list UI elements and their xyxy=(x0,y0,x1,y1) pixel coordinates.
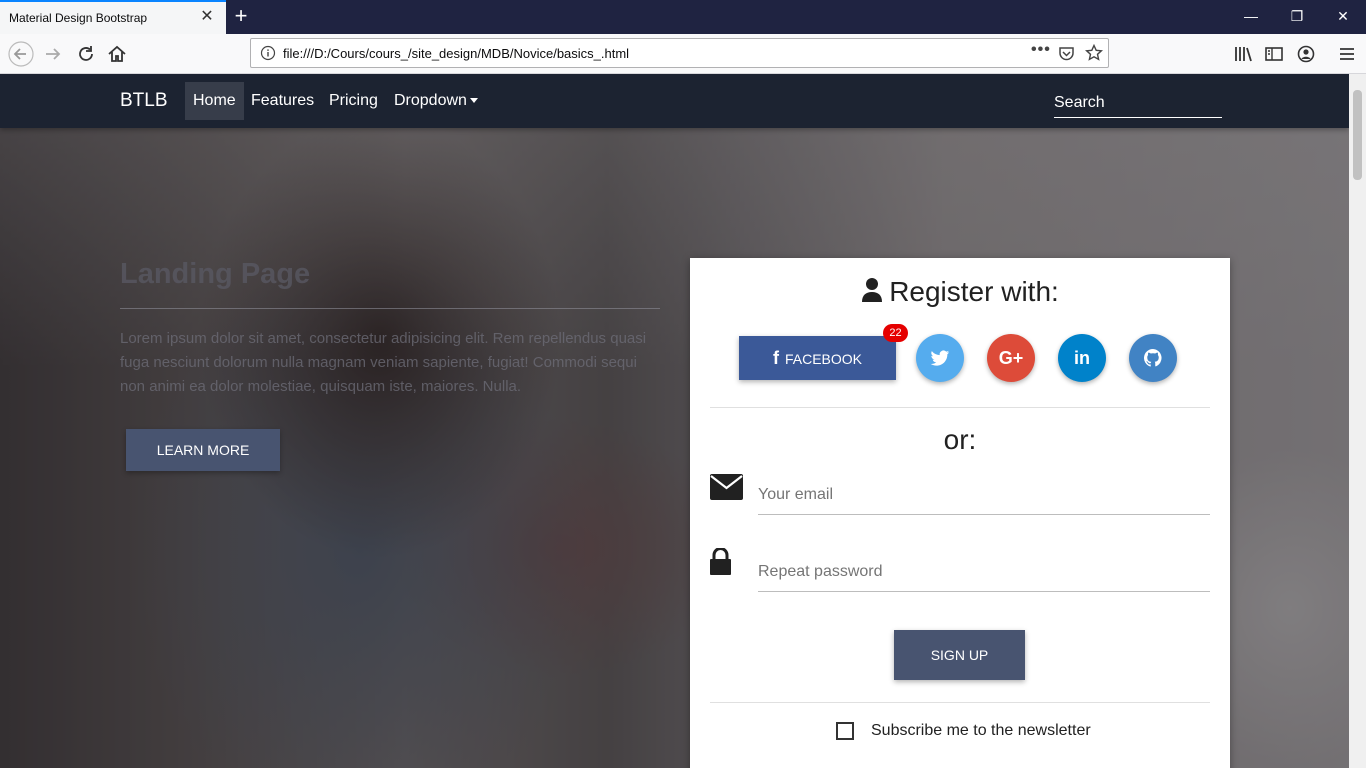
email-field[interactable] xyxy=(758,475,1210,515)
facebook-icon: f xyxy=(772,348,779,368)
twitter-icon xyxy=(930,350,950,366)
close-window-icon[interactable]: ✕ xyxy=(1332,6,1354,26)
twitter-button[interactable] xyxy=(916,334,964,382)
google-plus-button[interactable]: G+ xyxy=(987,334,1035,382)
new-tab-icon[interactable]: + xyxy=(231,5,251,27)
bookmark-star-icon[interactable] xyxy=(1085,44,1103,62)
page-viewport: Landing Page Lorem ipsum dolor sit amet,… xyxy=(0,74,1349,768)
hero-background: Landing Page Lorem ipsum dolor sit amet,… xyxy=(0,128,1349,768)
caret-down-icon xyxy=(469,98,478,104)
page-actions-icon[interactable]: ••• xyxy=(1031,41,1051,59)
nav-item-home[interactable]: Home xyxy=(185,82,244,120)
reload-icon[interactable] xyxy=(75,43,97,65)
repeat-password-field[interactable] xyxy=(758,552,1210,592)
facebook-button[interactable]: f FACEBOOK xyxy=(739,336,896,380)
github-icon xyxy=(1143,349,1162,367)
landing-text: Lorem ipsum dolor sit amet, consectetur … xyxy=(120,330,647,395)
card-divider-top xyxy=(710,407,1210,408)
lock-icon xyxy=(710,548,731,575)
register-title: Register with: xyxy=(690,276,1230,308)
register-card: Register with: f FACEBOOK 22 G+ in or: Y… xyxy=(690,258,1230,768)
newsletter-checkbox[interactable] xyxy=(836,722,854,740)
forward-icon[interactable] xyxy=(42,43,64,65)
dropdown-label: Dropdown xyxy=(394,92,467,109)
library-icon[interactable] xyxy=(1232,43,1254,65)
envelope-icon xyxy=(710,474,743,500)
url-bar[interactable]: file:///D:/Cours/cours_/site_design/MDB/… xyxy=(250,38,1109,68)
notification-badge: 22 xyxy=(883,324,908,342)
nav-item-features[interactable]: Features xyxy=(243,82,322,120)
browser-tab-bar: Material Design Bootstrap ✕ + — ❐ ✕ xyxy=(0,0,1366,34)
google-plus-icon: G+ xyxy=(998,348,1024,368)
search-input[interactable] xyxy=(1054,88,1222,118)
facebook-label: FACEBOOK xyxy=(784,351,863,367)
linkedin-button[interactable]: in xyxy=(1058,334,1106,382)
site-navbar: BTLB Home Features Pricing Dropdown xyxy=(0,74,1349,128)
browser-tab[interactable]: Material Design Bootstrap ✕ xyxy=(0,0,226,34)
restore-icon[interactable]: ❐ xyxy=(1286,6,1308,26)
or-text: or: xyxy=(943,424,977,455)
nav-item-pricing[interactable]: Pricing xyxy=(321,82,386,120)
github-button[interactable] xyxy=(1129,334,1177,382)
minimize-icon[interactable]: — xyxy=(1240,6,1262,26)
nav-item-dropdown[interactable]: Dropdown xyxy=(386,82,486,120)
linkedin-icon: in xyxy=(1074,348,1090,368)
tab-title: Material Design Bootstrap xyxy=(9,11,148,25)
scrollbar-thumb[interactable] xyxy=(1353,90,1362,180)
back-icon[interactable] xyxy=(8,41,34,67)
info-icon[interactable] xyxy=(260,45,276,61)
newsletter-label[interactable]: Subscribe me to the newsletter xyxy=(871,722,1091,740)
sidebar-icon[interactable] xyxy=(1263,43,1285,65)
pocket-icon[interactable] xyxy=(1058,45,1075,62)
home-icon[interactable] xyxy=(106,43,128,65)
user-icon xyxy=(862,278,883,302)
page-scrollbar[interactable] xyxy=(1349,74,1366,768)
url-text[interactable]: file:///D:/Cours/cours_/site_design/MDB/… xyxy=(283,46,629,61)
browser-toolbar: file:///D:/Cours/cours_/site_design/MDB/… xyxy=(0,34,1366,74)
register-title-text: Register with: xyxy=(889,276,1059,307)
landing-title: Landing Page xyxy=(120,258,311,290)
brand-logo[interactable]: BTLB xyxy=(120,90,168,112)
menu-icon[interactable] xyxy=(1336,43,1358,65)
learn-more-button[interactable]: LEARN MORE xyxy=(126,429,280,471)
account-icon[interactable] xyxy=(1295,43,1317,65)
sign-up-button[interactable]: SIGN UP xyxy=(894,630,1025,680)
card-divider-bottom xyxy=(710,702,1210,703)
landing-divider xyxy=(120,308,660,309)
close-tab-icon[interactable]: ✕ xyxy=(199,9,215,25)
